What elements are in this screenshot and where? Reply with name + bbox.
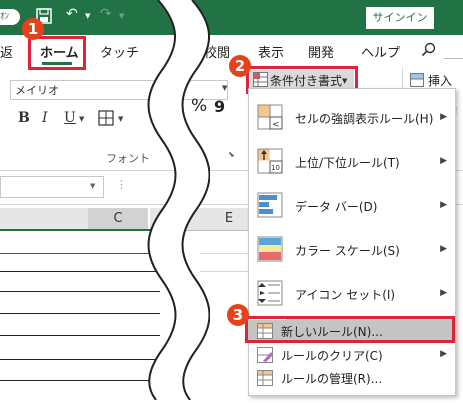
name-box-dropdown-icon[interactable]: ▼ — [90, 182, 95, 190]
step-3-badge: 3 — [227, 304, 249, 326]
name-box[interactable] — [0, 176, 104, 198]
autosave-toggle[interactable]: ｵﾝ — [0, 9, 20, 25]
icon-set-icon — [257, 280, 283, 306]
submenu-arrow-icon: ▶ — [440, 200, 447, 210]
menu-item-label: ルールのクリア(C) — [281, 349, 383, 363]
undo-dropdown-icon[interactable]: ▼ — [85, 12, 90, 20]
submenu-arrow-icon: ▶ — [440, 156, 447, 166]
menu-item-top-bottom[interactable]: 10 上位/下位ルール(T) ▶ — [249, 143, 455, 181]
signin-button[interactable]: サインイン — [366, 7, 434, 29]
new-rule-highlight — [245, 316, 455, 343]
step-1-badge: 1 — [22, 18, 44, 40]
column-header-b[interactable] — [0, 208, 88, 231]
menu-item-manage-rules[interactable]: ルールの管理(R)... — [249, 367, 455, 388]
submenu-arrow-icon: ▶ — [440, 112, 447, 122]
tab-view[interactable]: 表示 — [258, 42, 284, 61]
tell-me-partial — [444, 44, 463, 59]
bold-button[interactable]: B — [18, 110, 30, 126]
menu-item-clear-rules[interactable]: ルールのクリア(C) ▶ — [249, 344, 455, 365]
dialog-launcher-icon[interactable]: ⬊ — [228, 150, 235, 159]
tab-file-partial[interactable]: 返 — [0, 42, 13, 61]
tab-help[interactable]: ヘルプ — [361, 42, 400, 61]
font-dropdown-icon[interactable]: ▼ — [222, 84, 227, 92]
column-header-e[interactable]: E — [210, 208, 248, 231]
italic-button[interactable]: I — [42, 110, 48, 126]
menu-item-label: アイコン セット(I) — [295, 288, 396, 302]
menu-item-data-bar[interactable]: データ バー(D) ▶ — [249, 187, 455, 225]
data-bar-icon — [257, 192, 283, 218]
menu-item-icon-set[interactable]: アイコン セット(I) ▶ — [249, 275, 455, 313]
top-bottom-icon: 10 — [257, 148, 283, 174]
svg-text:10: 10 — [271, 164, 280, 172]
submenu-arrow-icon: ▶ — [440, 244, 447, 254]
clear-rule-icon — [257, 347, 275, 363]
highlight-cells-icon: < — [257, 104, 283, 130]
home-tab-highlight — [28, 36, 86, 70]
menu-item-label: データ バー(D) — [295, 200, 378, 214]
menu-item-label: 上位/下位ルール(T) — [295, 156, 400, 170]
svg-text:<: < — [272, 120, 280, 130]
menu-item-color-scale[interactable]: カラー スケール(S) ▶ — [249, 231, 455, 269]
tab-developer[interactable]: 開発 — [308, 42, 334, 61]
step-2-badge: 2 — [229, 55, 251, 77]
menu-item-label: カラー スケール(S) — [295, 244, 400, 258]
search-icon[interactable] — [421, 42, 437, 62]
submenu-arrow-icon: ▶ — [440, 288, 447, 298]
menu-item-label: ルールの管理(R)... — [281, 372, 383, 386]
underline-dropdown-icon[interactable]: ▼ — [79, 115, 84, 123]
insert-label[interactable]: 挿入 — [428, 72, 452, 89]
submenu-arrow-icon: ▶ — [440, 349, 447, 359]
undo-icon[interactable]: ↶ — [66, 6, 78, 22]
comma-button[interactable]: 9 — [214, 97, 225, 116]
conditional-format-menu: < セルの強調表示ルール(H) ▶ 10 上位/下位ルール(T) ▶ データ バ… — [248, 88, 456, 396]
color-scale-icon — [257, 236, 283, 262]
menu-item-label: セルの強調表示ルール(H) — [295, 112, 434, 126]
manage-rule-icon — [257, 370, 275, 386]
underline-button[interactable]: U — [64, 110, 76, 126]
menu-item-highlight-cells[interactable]: < セルの強調表示ルール(H) ▶ — [249, 99, 455, 137]
wavy-break — [110, 0, 211, 401]
